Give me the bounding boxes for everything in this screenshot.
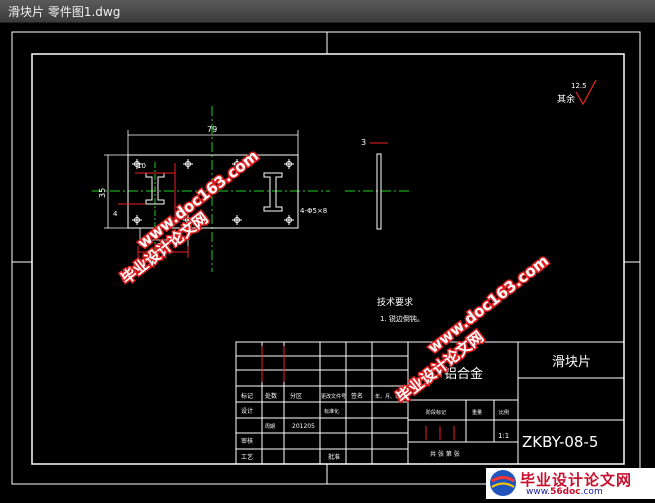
part-name: 滑块片 [552, 355, 591, 370]
roughness-label: 其余 [557, 93, 575, 105]
window-title: 滑块片 零件图1.dwg [8, 5, 121, 19]
sheet-info: 共 张 第 张 [430, 450, 460, 458]
label-standard: 标准化 [324, 408, 339, 415]
footer-logo: 毕业设计论文网 www.56doc.com [486, 468, 655, 499]
watermark-upper: 毕业设计论文网 www.doc163.com [116, 145, 263, 289]
dim-width: 79 [207, 125, 217, 134]
drawing-number: ZKBY-08-5 [522, 433, 598, 451]
header-count: 处数 [265, 392, 277, 400]
header-mark: 标记 [241, 392, 253, 400]
header-change-doc: 更改文件号 [321, 393, 346, 400]
globe-icon [490, 470, 516, 496]
watermark-url-upper: www.doc163.com [134, 147, 262, 252]
label-weight: 重量 [472, 409, 482, 416]
label-scale: 比例 [499, 409, 509, 416]
dim-offset-top: 10 [137, 162, 146, 170]
label-date-caption: 周期 [265, 424, 275, 430]
dim-offset-left: 4 [113, 210, 118, 218]
label-process: 工艺 [241, 453, 253, 461]
scale-value: 1:1 [498, 432, 509, 440]
dim-hole: 4-Φ5×8 [300, 207, 327, 215]
watermark-url-lower: www.doc163.com [424, 252, 552, 357]
footer-url: www.56doc.com [526, 487, 603, 497]
label-date-value: 201205 [292, 423, 315, 430]
header-zone: 分区 [290, 392, 302, 400]
header-signature: 签名 [351, 392, 363, 400]
label-review: 审核 [241, 437, 253, 445]
dim-height: 35 [98, 188, 107, 198]
watermark-lower: 毕业设计论文网 www.doc163.com [392, 250, 554, 408]
dim-side: 3 [361, 138, 366, 147]
cad-drawing: 79 35 10 4 24 4-Φ5×8 3 其余 12.5 技术要求 1. 锐… [11, 31, 641, 485]
right-slot [263, 172, 283, 212]
label-stage: 阶段标记 [426, 409, 446, 416]
window-titlebar: 滑块片 零件图1.dwg [0, 0, 655, 23]
tech-title: 技术要求 [377, 296, 413, 308]
roughness-value: 12.5 [571, 82, 587, 90]
label-design: 设计 [241, 407, 253, 415]
label-approve: 批准 [328, 453, 340, 461]
drawing-canvas[interactable]: 79 35 10 4 24 4-Φ5×8 3 其余 12.5 技术要求 1. 锐… [0, 22, 655, 499]
tech-item: 1. 锐边倒钝。 [380, 314, 424, 323]
